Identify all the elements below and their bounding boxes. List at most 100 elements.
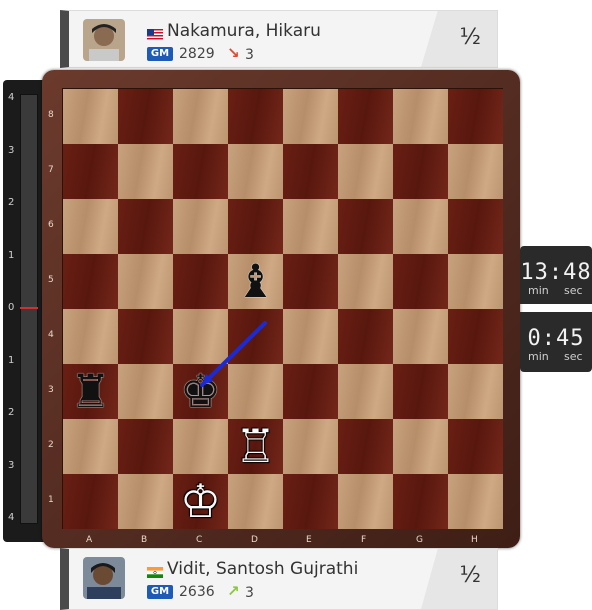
arrow-down-icon: ↘: [227, 44, 240, 62]
square-h3[interactable]: [448, 364, 503, 419]
square-d7[interactable]: [228, 144, 283, 199]
bottom-player-bar: Vidit, Santosh Gujrathi GM 2636 ↗ 3 ½: [60, 548, 498, 610]
white-king-icon[interactable]: ♔: [173, 474, 228, 529]
arrow-up-icon: ↗: [227, 582, 240, 600]
square-c8[interactable]: [173, 89, 228, 144]
rank-label: 1: [48, 495, 54, 505]
title-badge: GM: [147, 585, 173, 599]
square-g7[interactable]: [393, 144, 448, 199]
square-f2[interactable]: [338, 419, 393, 474]
rank-label: 8: [48, 110, 54, 120]
square-b6[interactable]: [118, 199, 173, 254]
file-label: F: [361, 535, 367, 545]
square-c7[interactable]: [173, 144, 228, 199]
square-f7[interactable]: [338, 144, 393, 199]
player-name[interactable]: Nakamura, Hikaru: [167, 21, 321, 41]
square-d1[interactable]: [228, 474, 283, 529]
square-g4[interactable]: [393, 309, 448, 364]
usa-flag-icon: [147, 25, 163, 40]
title-badge: GM: [147, 47, 173, 61]
square-a5[interactable]: [63, 254, 118, 309]
square-g5[interactable]: [393, 254, 448, 309]
square-b3[interactable]: [118, 364, 173, 419]
black-bishop-icon[interactable]: ♝: [228, 254, 283, 309]
file-label: H: [471, 535, 478, 545]
top-player-bar: Nakamura, Hikaru GM 2829 ↘ 3 ½: [60, 10, 498, 68]
square-e8[interactable]: [283, 89, 338, 144]
square-b5[interactable]: [118, 254, 173, 309]
square-f3[interactable]: [338, 364, 393, 419]
file-label: B: [141, 535, 148, 545]
clock-sec-label: sec: [564, 350, 583, 363]
square-e3[interactable]: [283, 364, 338, 419]
square-c6[interactable]: [173, 199, 228, 254]
eval-tick-label: 1: [8, 249, 15, 261]
square-f8[interactable]: [338, 89, 393, 144]
square-h7[interactable]: [448, 144, 503, 199]
square-d4[interactable]: [228, 309, 283, 364]
square-h1[interactable]: [448, 474, 503, 529]
square-g2[interactable]: [393, 419, 448, 474]
square-c2[interactable]: [173, 419, 228, 474]
square-g1[interactable]: [393, 474, 448, 529]
square-a4[interactable]: [63, 309, 118, 364]
square-a1[interactable]: [63, 474, 118, 529]
eval-tick-label: 1: [8, 354, 15, 366]
square-f4[interactable]: [338, 309, 393, 364]
black-rook-icon[interactable]: ♜: [63, 364, 118, 419]
square-d3[interactable]: [228, 364, 283, 419]
square-h4[interactable]: [448, 309, 503, 364]
square-d8[interactable]: [228, 89, 283, 144]
eval-tick-label: 4: [8, 512, 15, 523]
square-a8[interactable]: [63, 89, 118, 144]
chess-board[interactable]: ♝ ♜ ♚ ♖ ♔: [62, 88, 503, 529]
square-b8[interactable]: [118, 89, 173, 144]
eval-tick-label: 2: [8, 197, 15, 208]
square-a6[interactable]: [63, 199, 118, 254]
square-b2[interactable]: [118, 419, 173, 474]
avatar: [83, 19, 125, 61]
white-rook-icon[interactable]: ♖: [228, 419, 283, 474]
square-e7[interactable]: [283, 144, 338, 199]
black-king-icon[interactable]: ♚: [173, 364, 228, 419]
square-e5[interactable]: [283, 254, 338, 309]
square-e4[interactable]: [283, 309, 338, 364]
square-c4[interactable]: [173, 309, 228, 364]
evaluation-marker: [20, 307, 38, 309]
india-flag-icon: [147, 563, 163, 578]
rating-change: 3: [245, 47, 254, 63]
clock-sec-label: sec: [564, 284, 583, 297]
eval-tick-label: 3: [8, 459, 15, 471]
top-clock: 13:48 min sec: [520, 246, 592, 304]
game-result: ½: [459, 25, 481, 50]
square-f1[interactable]: [338, 474, 393, 529]
square-h2[interactable]: [448, 419, 503, 474]
square-c5[interactable]: [173, 254, 228, 309]
square-b4[interactable]: [118, 309, 173, 364]
clock-time: 0:45: [527, 326, 585, 351]
player-name[interactable]: Vidit, Santosh Gujrathi: [167, 559, 358, 579]
eval-tick-label: 2: [8, 407, 15, 418]
square-h6[interactable]: [448, 199, 503, 254]
eval-tick-label: 4: [8, 92, 15, 103]
square-g3[interactable]: [393, 364, 448, 419]
square-h8[interactable]: [448, 89, 503, 144]
file-label: A: [86, 535, 93, 545]
square-f6[interactable]: [338, 199, 393, 254]
square-e2[interactable]: [283, 419, 338, 474]
square-h5[interactable]: [448, 254, 503, 309]
square-a7[interactable]: [63, 144, 118, 199]
square-a2[interactable]: [63, 419, 118, 474]
rank-label: 6: [48, 220, 54, 230]
square-b1[interactable]: [118, 474, 173, 529]
rank-label: 5: [48, 275, 54, 285]
square-e1[interactable]: [283, 474, 338, 529]
square-g6[interactable]: [393, 199, 448, 254]
square-f5[interactable]: [338, 254, 393, 309]
clock-min-label: min: [528, 350, 549, 363]
square-g8[interactable]: [393, 89, 448, 144]
square-d6[interactable]: [228, 199, 283, 254]
eval-tick-label: 3: [8, 144, 15, 156]
square-e6[interactable]: [283, 199, 338, 254]
square-b7[interactable]: [118, 144, 173, 199]
